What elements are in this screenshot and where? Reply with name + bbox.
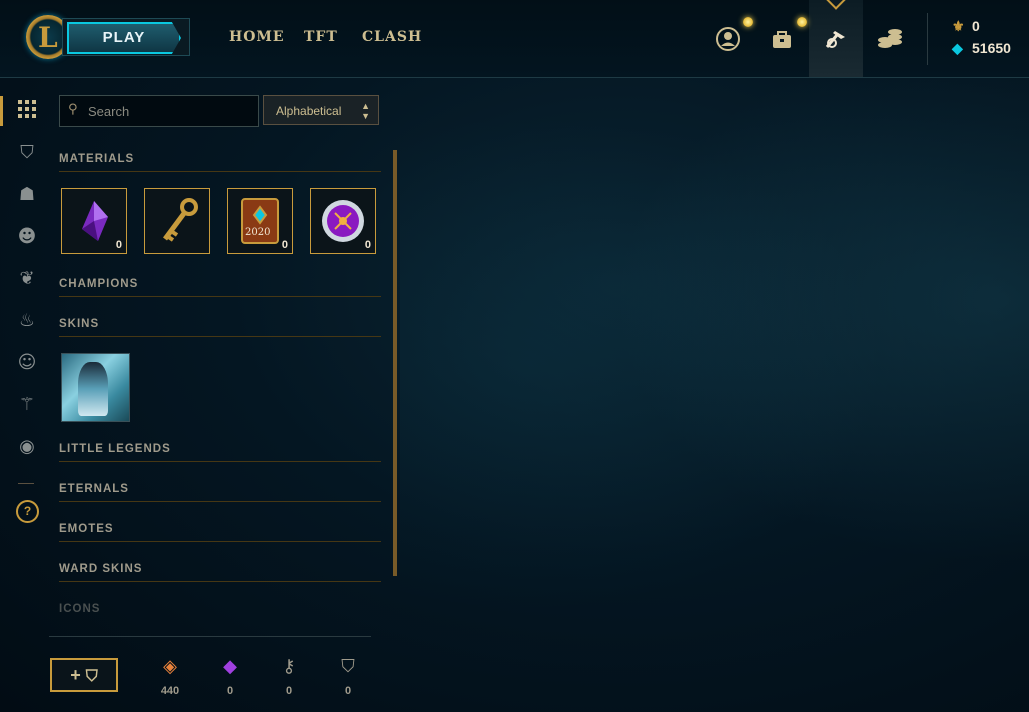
play-button[interactable]: PLAY	[62, 18, 190, 56]
key-fragment-icon: ⚷	[282, 656, 296, 677]
nav-home[interactable]: HOME	[229, 29, 285, 45]
section-materials[interactable]: MATERIALS	[59, 153, 381, 172]
header-divider	[927, 13, 928, 65]
material-orb[interactable]: 0	[310, 188, 376, 254]
gemstone-icon: ◆	[223, 656, 237, 677]
chest-icon[interactable]: ⛉	[16, 142, 38, 164]
skin-art	[78, 362, 108, 416]
search-input[interactable]	[86, 100, 256, 122]
little-legends-icon[interactable]: ❦	[16, 268, 38, 290]
search-field[interactable]: ⚲	[59, 95, 259, 127]
gemstone-value: 0	[226, 685, 234, 697]
blue-essence-value: 51650	[972, 40, 1011, 56]
nav-tft[interactable]: TFT	[304, 29, 338, 45]
skin-item[interactable]	[61, 353, 130, 422]
footer-divider	[49, 636, 371, 637]
material-count: 0	[281, 239, 288, 251]
notification-dot	[743, 17, 753, 27]
section-champions[interactable]: CHAMPIONS	[59, 278, 381, 297]
eternals-icon[interactable]: ♨	[16, 310, 38, 332]
all-loot-icon[interactable]	[16, 100, 38, 122]
event-pass-year: 2020	[245, 227, 271, 238]
ward-skins-icon[interactable]: ⚚	[16, 394, 38, 416]
notification-dot	[797, 17, 807, 27]
wallet-chests: ⛉ 0	[328, 655, 368, 697]
material-2020-event-pass[interactable]: 2020 0	[227, 188, 293, 254]
section-ward-skins[interactable]: WARD SKINS	[59, 563, 381, 582]
orb-icon	[322, 200, 364, 242]
skins-icon[interactable]: ☻	[16, 226, 38, 248]
riot-points[interactable]: ⚜ 0	[952, 18, 980, 35]
add-label: +	[70, 665, 81, 685]
loot-category-sidebar: ⛉ ☗ ☻ ❦ ♨ ☺ ⚚ ◉ ?	[0, 78, 50, 712]
chest-value: 0	[344, 685, 352, 697]
champions-icon[interactable]: ☗	[16, 184, 38, 206]
wallet-key-fragments: ⚷ 0	[269, 655, 309, 697]
scrollbar[interactable]	[393, 150, 397, 576]
store-icon[interactable]	[873, 22, 907, 56]
loot-icon[interactable]	[819, 22, 853, 56]
chest-icon: ⛉	[341, 656, 355, 677]
gemstone-icon	[82, 201, 108, 241]
blue-essence[interactable]: ◆ 51650	[952, 40, 1011, 57]
sort-arrows-icon: ▲ ▼	[361, 101, 370, 121]
riot-points-icon: ⚜	[952, 18, 965, 34]
section-emotes[interactable]: EMOTES	[59, 523, 381, 542]
sort-dropdown-value: Alphabetical	[276, 104, 342, 118]
sort-dropdown[interactable]: Alphabetical ▲ ▼	[263, 95, 379, 125]
chest-icon: ⛉	[85, 668, 98, 685]
blue-essence-icon: ◆	[952, 40, 963, 56]
help-icon[interactable]: ?	[16, 500, 39, 523]
material-count: 0	[115, 239, 122, 251]
hextech-key-icon	[162, 198, 198, 242]
emotes-icon[interactable]: ☺	[16, 352, 38, 374]
profile-icon[interactable]	[711, 22, 745, 56]
section-eternals[interactable]: ETERNALS	[59, 483, 381, 502]
key-fragment-value: 0	[285, 685, 293, 697]
play-button-label[interactable]: PLAY	[67, 22, 181, 54]
top-bar: L PLAY HOME TFT CLASH ⚜ 0 ◆ 51650	[0, 0, 1029, 78]
section-icons[interactable]: ICONS	[59, 603, 381, 621]
wallet-orange-essence: ◈ 440	[150, 655, 190, 697]
search-icon: ⚲	[68, 102, 78, 117]
material-gemstone[interactable]: 0	[61, 188, 127, 254]
orange-essence-value: 440	[160, 685, 180, 697]
active-indicator	[0, 96, 3, 126]
add-chest-button[interactable]: + ⛉	[50, 658, 118, 692]
riot-points-value: 0	[972, 18, 980, 34]
sidebar-divider	[18, 483, 34, 484]
background-glow	[400, 78, 1029, 712]
icons-icon[interactable]: ◉	[16, 436, 38, 458]
material-count: 0	[364, 239, 371, 251]
section-little-legends[interactable]: LITTLE LEGENDS	[59, 443, 381, 462]
orange-essence-icon: ◈	[163, 656, 177, 677]
section-skins[interactable]: SKINS	[59, 318, 381, 337]
collection-icon[interactable]	[765, 22, 799, 56]
nav-clash[interactable]: CLASH	[362, 29, 422, 45]
material-hextech-key[interactable]	[144, 188, 210, 254]
wallet-gemstones: ◆ 0	[210, 655, 250, 697]
